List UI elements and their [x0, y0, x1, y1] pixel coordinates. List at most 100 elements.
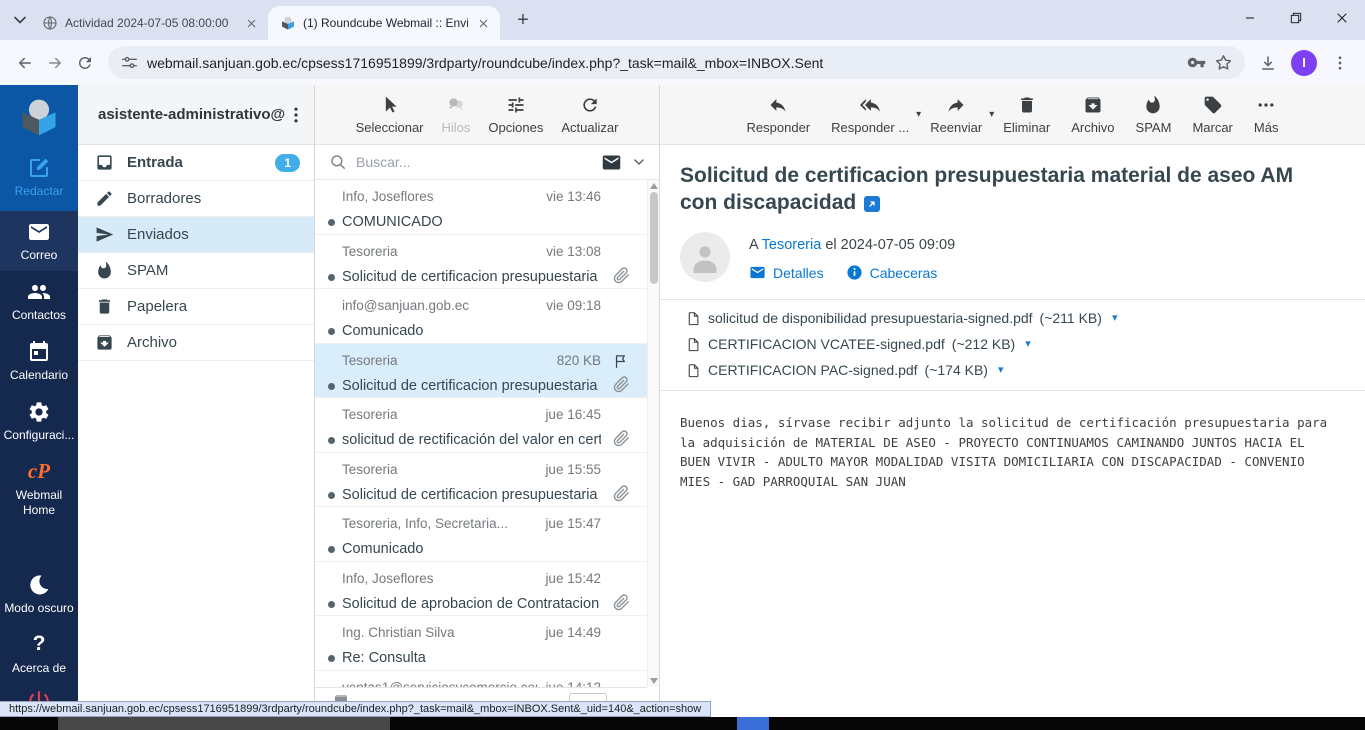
message-row[interactable]: Ing. Christian Silva jue 14:49 Re: Consu… [315, 616, 647, 671]
folder-item-papelera[interactable]: Papelera [78, 289, 314, 325]
unread-dot-icon [328, 492, 335, 499]
bookmark-star-icon[interactable] [1214, 53, 1233, 72]
sidebar-item-contactos[interactable]: Contactos [0, 271, 78, 331]
unread-dot-icon [328, 274, 335, 281]
toolbar-button-marcar[interactable]: Marcar [1188, 93, 1236, 137]
screen: Actividad 2024-07-05 08:00:00 (1) Roundc… [0, 0, 1365, 730]
search-scope-mail-icon[interactable] [601, 152, 622, 173]
toolbar-button-reenviar[interactable]: Reenviar ▾ [926, 93, 986, 137]
message-row[interactable]: info@sanjuan.gob.ec vie 09:18 Comunicado [315, 289, 647, 344]
toolbar-button-spam[interactable]: SPAM [1132, 93, 1176, 137]
message-row[interactable]: Tesoreria vie 13:08 Solicitud de certifi… [315, 235, 647, 290]
sidebar-item-configuraci-[interactable]: Configuraci... [0, 391, 78, 451]
header-link-cabeceras[interactable]: Cabeceras [846, 264, 938, 281]
header-link-detalles[interactable]: Detalles [749, 264, 824, 281]
message-row[interactable]: Tesoreria jue 15:55 Solicitud de certifi… [315, 453, 647, 508]
back-icon[interactable] [10, 48, 40, 78]
message-view: Solicitud de certificacion presupuestari… [660, 145, 1365, 282]
folder-item-borradores[interactable]: Borradores [78, 181, 314, 217]
browser-tab-roundcube[interactable]: (1) Roundcube Webmail :: Envia [268, 6, 500, 40]
scroll-up-icon[interactable] [650, 183, 658, 189]
scrollbar-thumb[interactable] [650, 192, 658, 284]
restore-button[interactable] [1273, 0, 1319, 36]
toolbar-button-seleccionar[interactable]: Seleccionar [352, 93, 428, 137]
unread-dot-icon [328, 328, 335, 335]
chevron-down-icon[interactable]: ▾ [1025, 334, 1031, 355]
profile-avatar[interactable]: I [1291, 50, 1317, 76]
message-row[interactable]: Info, Joseflores jue 15:42 Solicitud de … [315, 562, 647, 617]
sidebar-item-acerca-de[interactable]: ? Acerca de [0, 624, 78, 684]
reload-icon[interactable] [70, 48, 100, 78]
toolbar-button-responder-[interactable]: Responder ... ▾ [827, 93, 913, 137]
passwords-key-icon[interactable] [1187, 53, 1206, 72]
message-row[interactable]: ventas1@serviciosycomercio.com jue 14:12 [315, 671, 647, 688]
taskbar-segment [58, 717, 390, 730]
folder-label: SPAM [127, 262, 168, 279]
chevron-down-icon[interactable] [631, 154, 647, 170]
message-row[interactable]: Info, Joseflores vie 13:46 COMUNICADO [315, 180, 647, 235]
browser-tab-activity[interactable]: Actividad 2024-07-05 08:00:00 [30, 6, 268, 40]
app-sidebar: Redactar Correo Contactos Calendario Con… [0, 85, 78, 730]
message-row[interactable]: Tesoreria, Info, Secretaria... jue 15:47… [315, 507, 647, 562]
folder-label: Archivo [127, 334, 177, 351]
moon-icon [27, 573, 51, 597]
chevron-down-icon[interactable]: ▾ [1112, 308, 1118, 329]
message-row[interactable]: Tesoreria jue 16:45 solicitud de rectifi… [315, 398, 647, 453]
external-link-icon[interactable] [864, 196, 880, 212]
folder-item-entrada[interactable]: Entrada 1 [78, 145, 314, 181]
attachment-name: CERTIFICACION VCATEE-signed.pdf [708, 334, 945, 355]
message-sender: Tesoreria [342, 352, 398, 369]
message-row[interactable]: Tesoreria 820 KB Solicitud de certificac… [315, 344, 647, 399]
list-scrollbar[interactable] [647, 180, 659, 687]
message-subject: Comunicado [342, 540, 601, 558]
trash-icon [1017, 95, 1037, 115]
toolbar-button-archivo[interactable]: Archivo [1067, 93, 1118, 137]
toolbar-button-hilos[interactable]: Hilos [438, 93, 475, 137]
toolbar-button-eliminar[interactable]: Eliminar [999, 93, 1054, 137]
sidebar-item-calendario[interactable]: Calendario [0, 331, 78, 391]
chevron-down-icon[interactable]: ▾ [916, 109, 921, 120]
folder-item-archivo[interactable]: Archivo [78, 325, 314, 361]
url-text[interactable]: webmail.sanjuan.gob.ec/cpsess1716951899/… [147, 55, 1179, 71]
tab-title: Actividad 2024-07-05 08:00:00 [65, 16, 236, 30]
toolbar-button-actualizar[interactable]: Actualizar [557, 93, 622, 137]
recipient-link[interactable]: Tesoreria [762, 237, 822, 253]
unread-dot-icon [328, 437, 335, 444]
new-tab-button[interactable]: + [510, 8, 536, 34]
toolbar-button-label: Hilos [442, 120, 471, 135]
sidebar-item-modo-oscuro[interactable]: Modo oscuro [0, 564, 78, 624]
sidebar-item-redactar[interactable]: Redactar [0, 147, 78, 207]
toolbar-button-más[interactable]: Más [1250, 93, 1283, 137]
forward-icon[interactable] [40, 48, 70, 78]
sidebar-item-correo[interactable]: Correo [0, 211, 78, 271]
downloads-icon[interactable] [1253, 48, 1283, 78]
attachment-chip[interactable]: CERTIFICACION VCATEE-signed.pdf (~212 KB… [686, 334, 1031, 355]
folder-list: Entrada 1 Borradores Enviados SPAM Papel… [78, 145, 314, 361]
site-settings-icon[interactable] [120, 53, 139, 72]
toolbar-button-responder[interactable]: Responder [743, 93, 815, 137]
folder-item-spam[interactable]: SPAM [78, 253, 314, 289]
message-date: jue 15:47 [545, 515, 601, 532]
address-bar[interactable]: webmail.sanjuan.gob.ec/cpsess1716951899/… [108, 46, 1245, 79]
toolbar-button-opciones[interactable]: Opciones [484, 93, 547, 137]
message-sender: info@sanjuan.gob.ec [342, 297, 469, 314]
attachment-chip[interactable]: solicitud de disponibilidad presupuestar… [686, 308, 1339, 329]
attachment-chip[interactable]: CERTIFICACION PAC-signed.pdf (~174 KB) ▾ [686, 360, 1004, 381]
folder-item-enviados[interactable]: Enviados [78, 217, 314, 253]
sidebar-item-webmail-home[interactable]: cP Webmail Home [0, 451, 78, 527]
close-icon[interactable] [475, 15, 492, 32]
chevron-down-icon[interactable]: ▾ [998, 360, 1004, 381]
search-input[interactable] [356, 154, 592, 170]
search-bar [315, 145, 659, 180]
browser-menu-icon[interactable] [1325, 48, 1355, 78]
taskbar-strip [0, 717, 1365, 730]
scroll-down-icon[interactable] [650, 678, 658, 684]
chevron-down-icon[interactable]: ▾ [989, 109, 994, 120]
minimize-button[interactable] [1227, 0, 1273, 36]
paperclip-icon [613, 267, 630, 284]
kebab-menu-icon[interactable] [286, 105, 306, 125]
tab-search-chevron-icon[interactable] [10, 10, 30, 30]
close-icon[interactable] [243, 15, 260, 32]
close-window-button[interactable] [1319, 0, 1365, 36]
roundcube-icon [280, 15, 296, 31]
